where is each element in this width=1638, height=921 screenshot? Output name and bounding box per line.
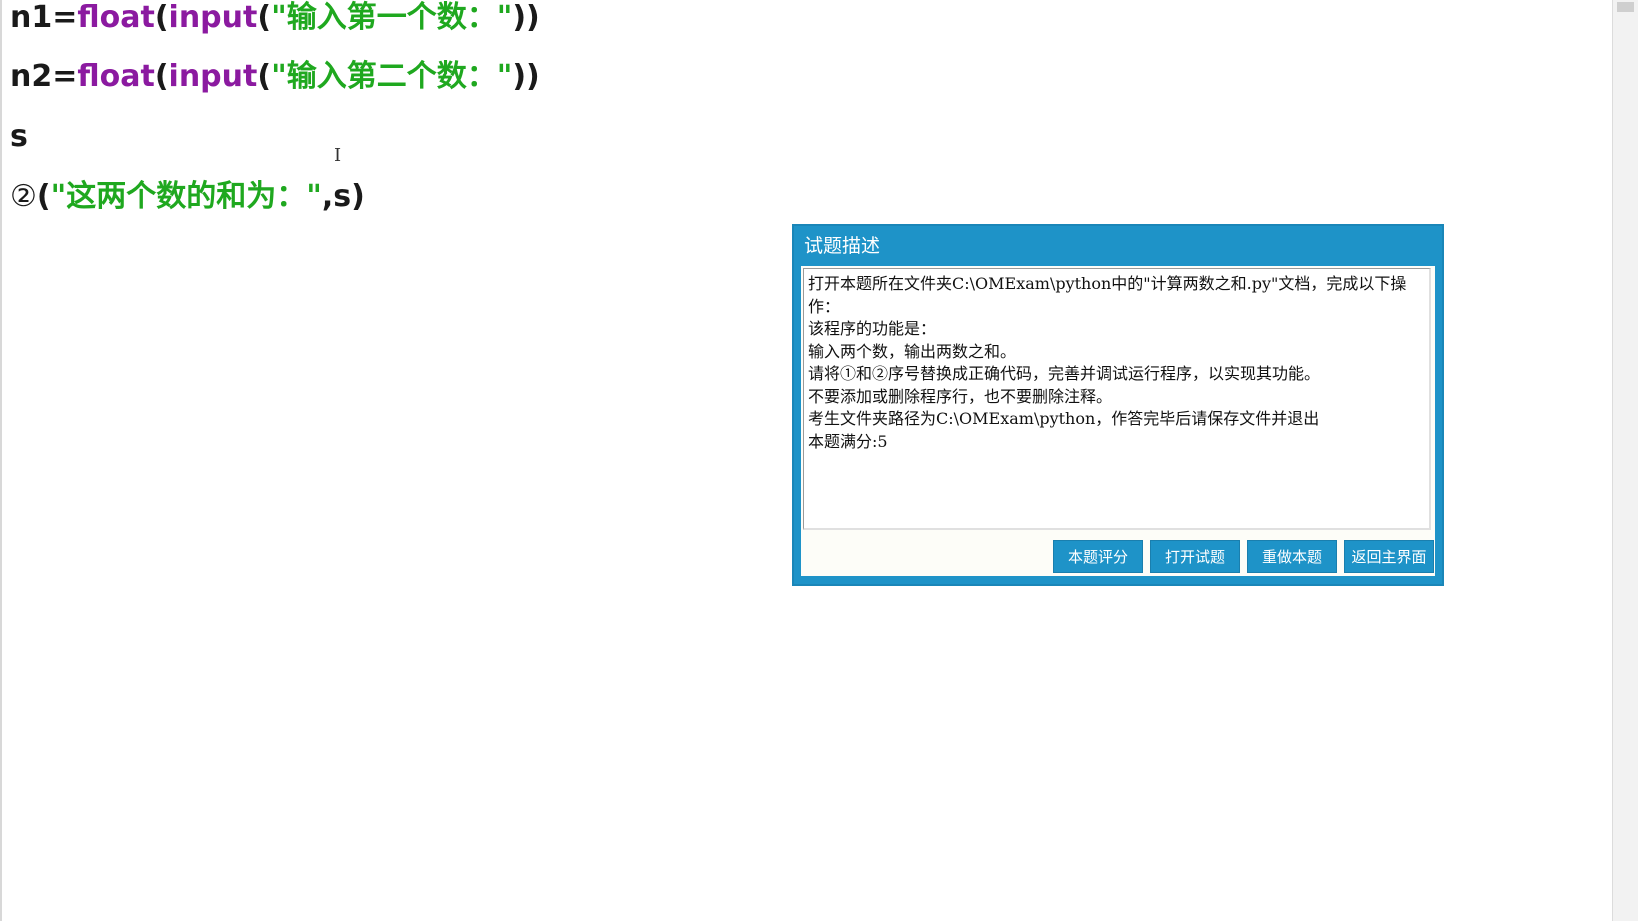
code-token-paren: ( bbox=[257, 59, 272, 94]
description-line: 作： bbox=[808, 296, 841, 316]
code-token-func: input bbox=[168, 59, 258, 94]
code-line-4[interactable]: ②("这两个数的和为：",s) bbox=[10, 175, 365, 219]
code-token-func: float bbox=[77, 59, 155, 94]
code-token-rest: ,s) bbox=[321, 179, 365, 214]
open-question-button[interactable]: 打开试题 bbox=[1150, 540, 1240, 573]
code-token-paren: )) bbox=[512, 0, 540, 35]
code-token-string: "输入第一个数：" bbox=[271, 0, 513, 35]
back-to-main-button[interactable]: 返回主界面 bbox=[1344, 540, 1434, 573]
placeholder-marker-2: ② bbox=[10, 179, 37, 214]
text-cursor-icon: I bbox=[334, 145, 342, 166]
scroll-thumb[interactable] bbox=[1617, 2, 1634, 12]
code-token-var: n2= bbox=[10, 59, 78, 94]
code-token-var: n1= bbox=[10, 0, 78, 35]
code-token-string: "输入第二个数：" bbox=[271, 59, 513, 94]
code-token-paren: ( bbox=[36, 179, 51, 214]
code-token-paren: ( bbox=[257, 0, 272, 35]
vertical-scrollbar[interactable] bbox=[1612, 0, 1638, 921]
description-line: 该程序的功能是： bbox=[808, 319, 937, 338]
redo-question-button[interactable]: 重做本题 bbox=[1247, 540, 1337, 573]
description-line: 请将①和②序号替换成正确代码，完善并调试运行程序，以实现其功能。 bbox=[808, 364, 1321, 383]
code-token-func: float bbox=[77, 0, 155, 35]
code-token-var: s bbox=[10, 119, 28, 154]
code-token-paren: ( bbox=[154, 0, 169, 35]
code-token-string: "这两个数的和为：" bbox=[50, 179, 322, 214]
dialog-title: 试题描述 bbox=[804, 235, 881, 257]
code-line-1[interactable]: n1=float(input("输入第一个数：")) bbox=[10, 0, 540, 40]
code-token-paren: )) bbox=[512, 59, 540, 94]
code-token-func: input bbox=[168, 0, 258, 35]
description-line: 输入两个数，输出两数之和。 bbox=[808, 341, 1017, 361]
code-line-3[interactable]: s bbox=[10, 115, 28, 159]
code-line-2[interactable]: n2=float(input("输入第二个数：")) bbox=[10, 55, 540, 99]
description-line: 本题满分:5 bbox=[808, 431, 888, 451]
description-line: 不要添加或删除程序行，也不要删除注释。 bbox=[808, 386, 1113, 406]
question-description-dialog: 试题描述 打开本题所在文件夹C:\OMExam\python中的"计算两数之和.… bbox=[792, 224, 1444, 586]
description-textbox[interactable]: 打开本题所在文件夹C:\OMExam\python中的"计算两数之和.py"文档… bbox=[803, 268, 1431, 530]
score-question-button[interactable]: 本题评分 bbox=[1053, 540, 1143, 573]
dialog-body: 打开本题所在文件夹C:\OMExam\python中的"计算两数之和.py"文档… bbox=[801, 266, 1435, 576]
code-token-paren: ( bbox=[154, 59, 169, 94]
description-line: 考生文件夹路径为C:\OMExam\python，作答完毕后请保存文件并退出 bbox=[808, 409, 1320, 428]
description-line: 打开本题所在文件夹C:\OMExam\python中的"计算两数之和.py"文档… bbox=[808, 274, 1407, 293]
